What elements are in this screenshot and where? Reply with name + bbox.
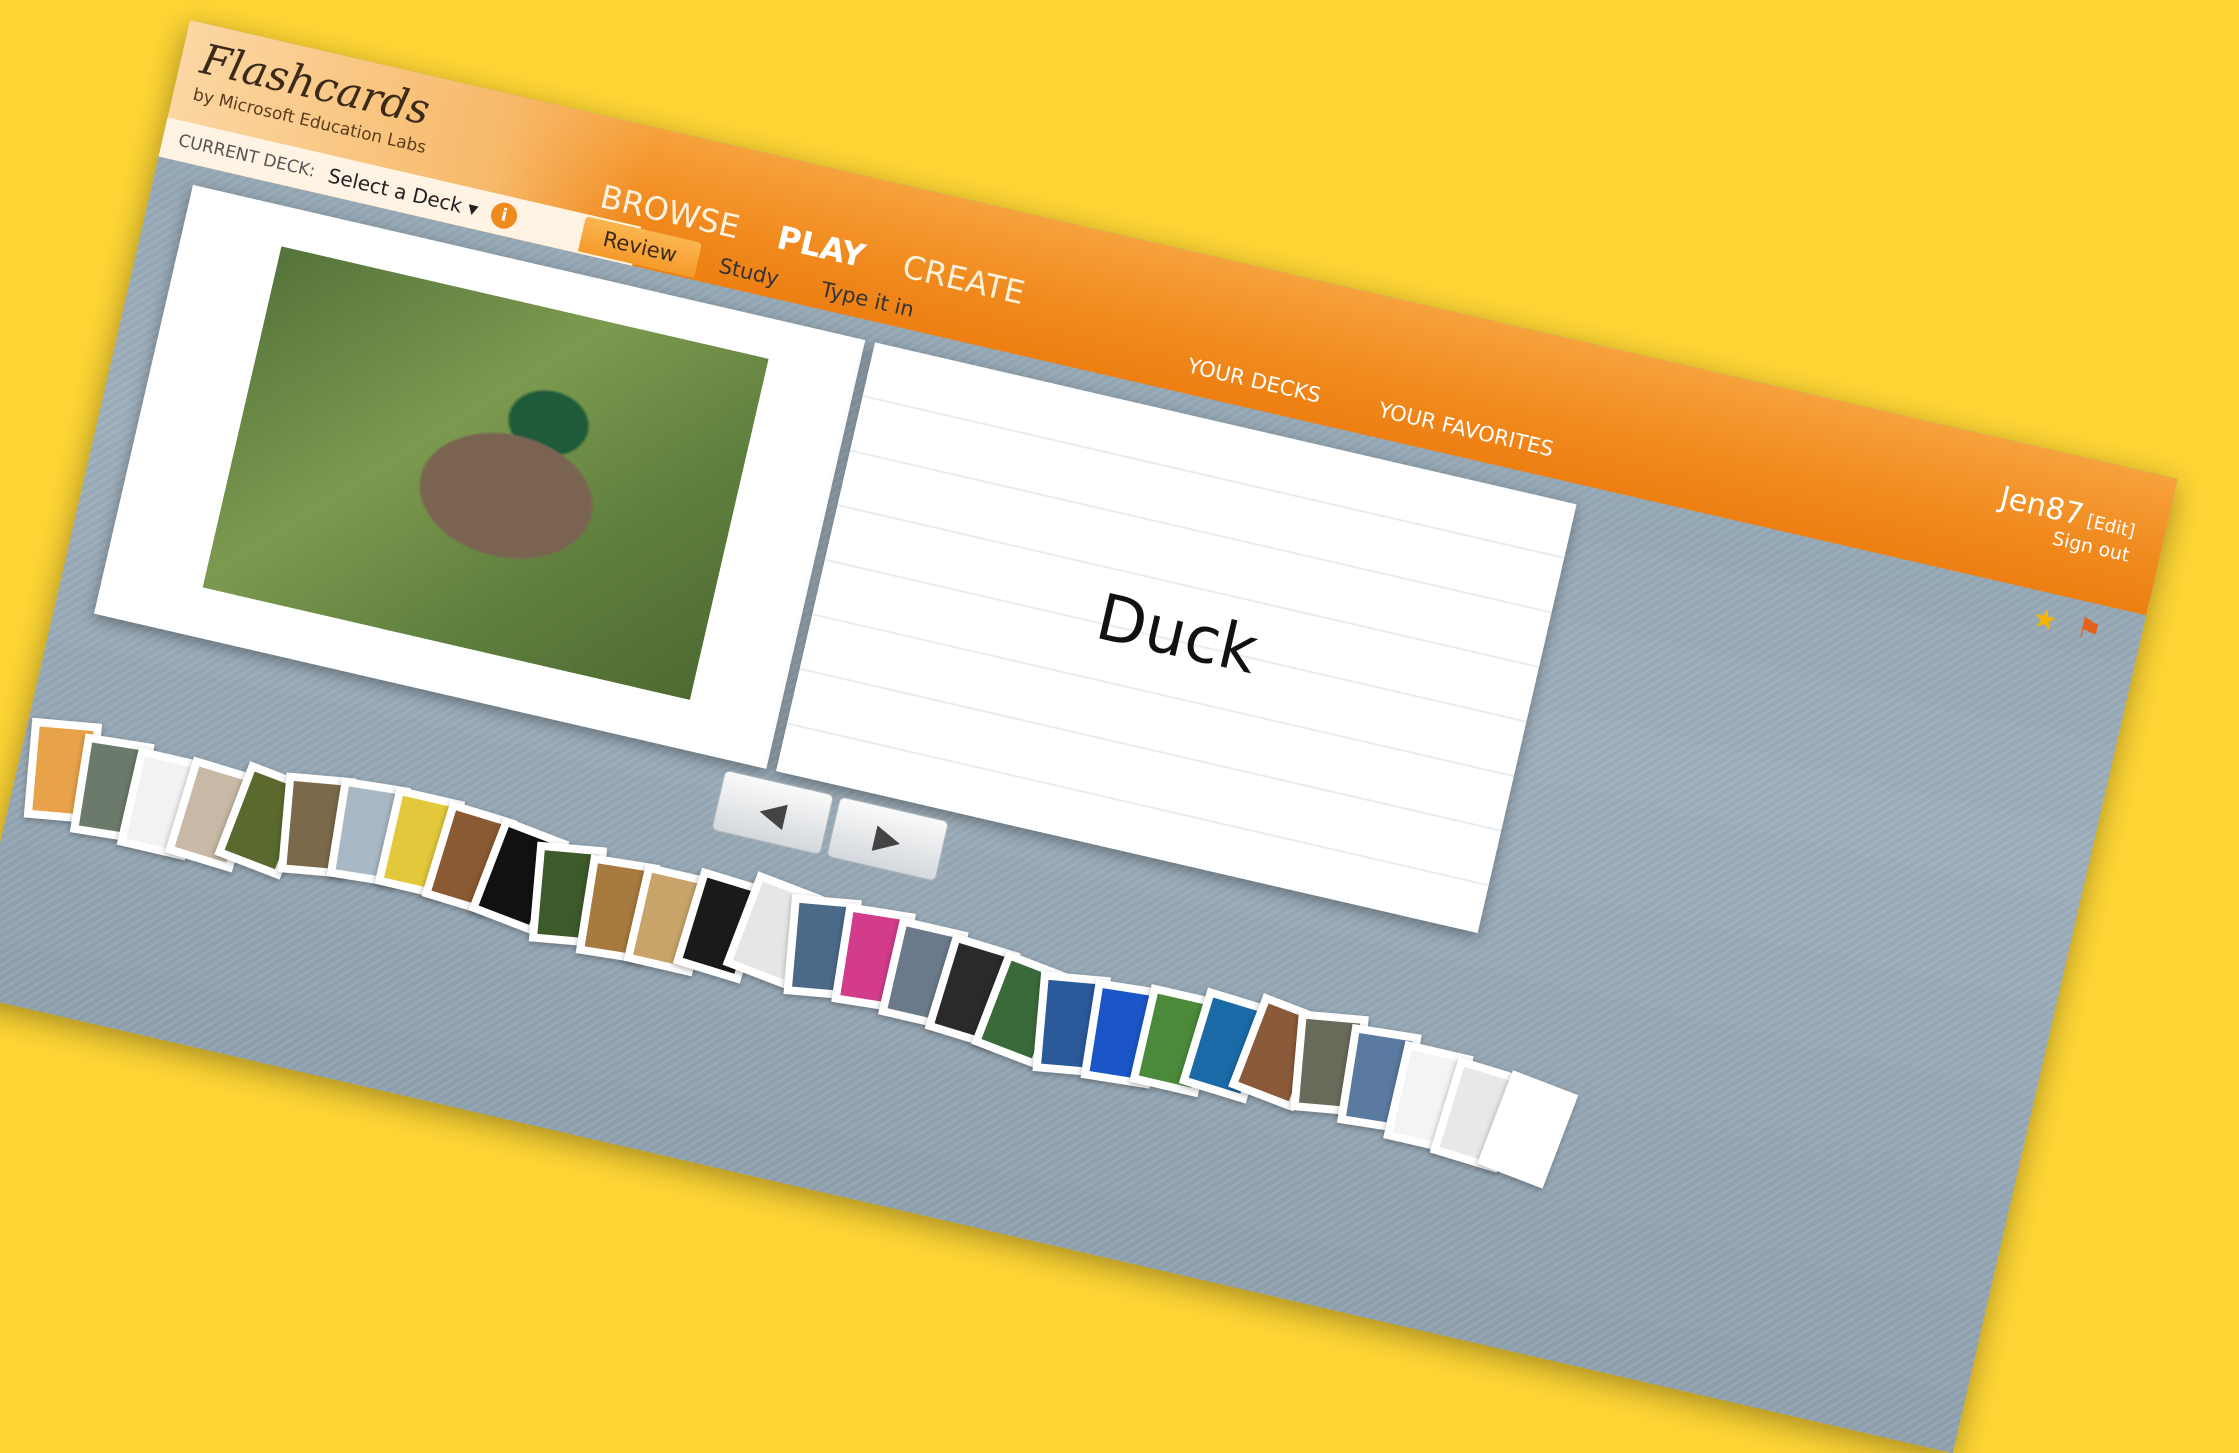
next-card-button[interactable]: ▶	[826, 796, 950, 882]
star-icon[interactable]: ★	[2029, 600, 2061, 638]
flag-icon[interactable]: ⚑	[2073, 610, 2105, 648]
previous-card-button[interactable]: ◀	[711, 769, 835, 856]
duck-photo	[202, 246, 769, 700]
nav-your-decks[interactable]: YOUR DECKS	[1185, 354, 1323, 408]
flashcards-app-window: Flashcards by Microsoft Education Labs C…	[0, 20, 2178, 1453]
user-box: Jen87 [Edit] Sign out	[1992, 480, 2140, 567]
info-icon[interactable]: i	[488, 200, 520, 232]
card-tools: ★ ⚑	[2029, 600, 2105, 648]
nav-your-favorites[interactable]: YOUR FAVORITES	[1376, 398, 1556, 462]
card-answer-text: Duck	[1089, 580, 1265, 690]
